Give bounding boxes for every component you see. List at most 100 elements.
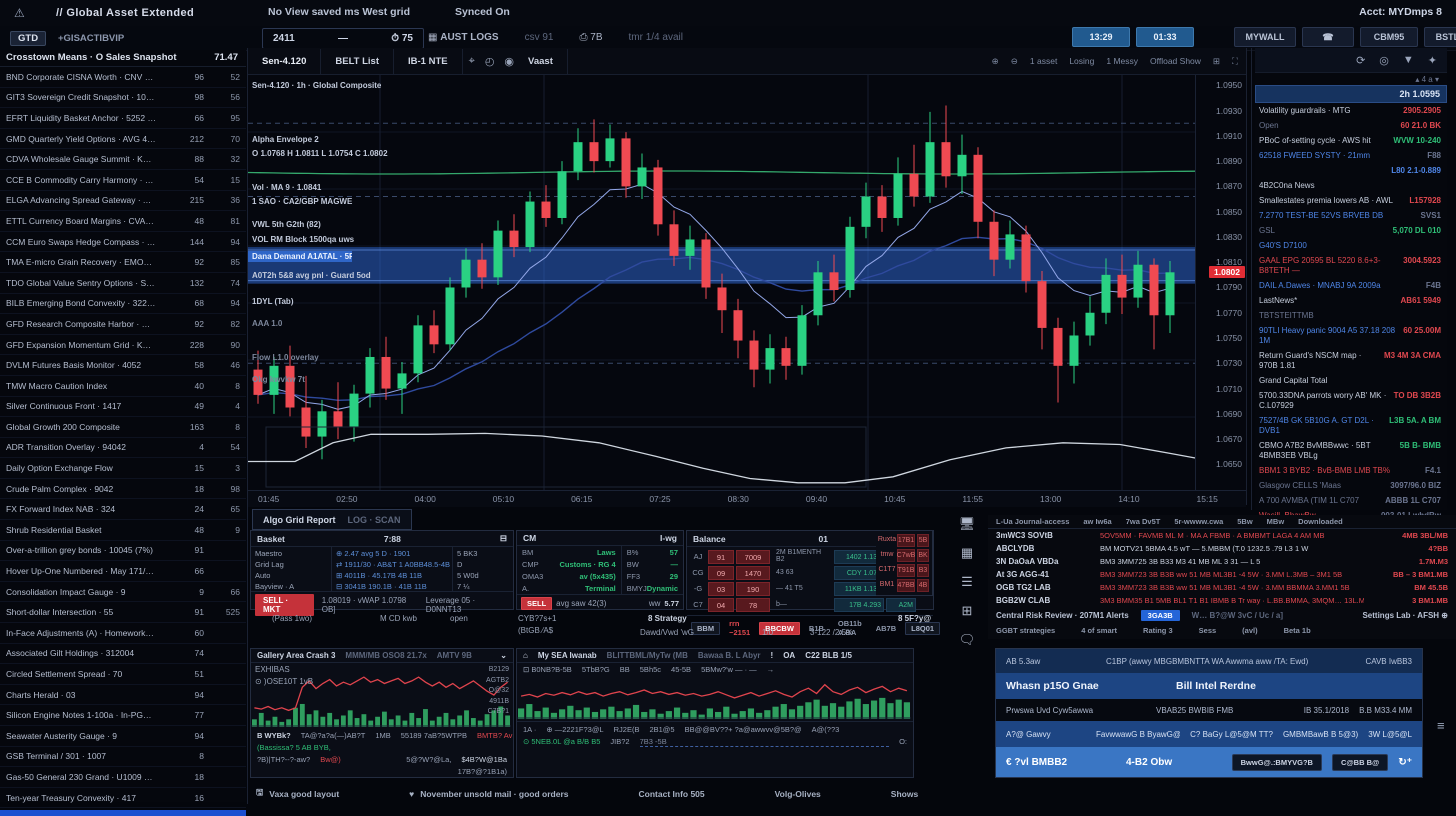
- risk-tab[interactable]: MBw: [1267, 517, 1285, 526]
- news-item[interactable]: DAIL A.Dawes · MNABJ 9A 2009aF4B: [1255, 278, 1447, 293]
- news-item[interactable]: GSL5,070 DL 010: [1255, 223, 1447, 238]
- watchlist-row-selected[interactable]: GSC ISM Gfa Momentum Seas · AVVM-B (Earn…: [0, 810, 246, 816]
- price-axis[interactable]: 1.09501.09301.09101.08901.08701.08501.08…: [1195, 75, 1246, 490]
- bottom-tabstrip[interactable]: Algo Grid Report LOG · SCAN: [252, 509, 412, 530]
- watchlist-row[interactable]: GMD Quarterly Yield Options · AVG 456221…: [0, 129, 246, 150]
- timer-icon[interactable]: ⏱ 75: [391, 33, 413, 44]
- magnet-icon[interactable]: ◉: [504, 55, 514, 68]
- news-item[interactable]: 7527/4B GK 5B10G A. GT D2L · DVB1L3B 5A.…: [1255, 413, 1447, 438]
- footer-item[interactable]: 🖫Vaxa good layout: [256, 787, 339, 801]
- home-icon[interactable]: ⌂: [523, 651, 528, 660]
- watchlist-row[interactable]: Charts Herald · 0394: [0, 685, 246, 706]
- order-row[interactable]: ⊟ 3041B 190.1B · 41B 11B: [336, 582, 448, 591]
- tab-belt-list[interactable]: BELT List: [321, 49, 394, 74]
- news-item[interactable]: Return Guard's NSCM map · 970B 1.81M3 4M…: [1255, 348, 1447, 373]
- watchlist-row[interactable]: Global Growth 200 Composite1638: [0, 417, 246, 438]
- risk-tab[interactable]: 5r-wwww.cwa: [1174, 517, 1223, 526]
- print-button[interactable]: ⎙ 7B: [579, 32, 602, 43]
- phone-button[interactable]: ☎: [1302, 27, 1354, 47]
- panel-icon[interactable]: ⊞: [962, 603, 973, 619]
- watchlist-row[interactable]: DVLM Futures Basis Monitor · 40525846: [0, 355, 246, 376]
- watchlist-row[interactable]: BND Corporate CISNA Worth · CNV 28419652: [0, 67, 246, 88]
- risk-badge[interactable]: 3GA3B: [1141, 610, 1180, 621]
- risk-tab[interactable]: Downloaded: [1298, 517, 1343, 526]
- mini-chart-2[interactable]: [517, 675, 911, 721]
- quantity-stepper[interactable]: 2411 — ⏱ 75: [262, 28, 424, 49]
- dom-bid-grid[interactable]: AJ917009CG091470-G03190C70478: [687, 547, 773, 615]
- collapse-icon[interactable]: ⊟: [500, 533, 507, 544]
- logs-button[interactable]: ▦ AUST LOGS: [428, 32, 499, 43]
- zoom-in-icon[interactable]: ⊕: [992, 56, 999, 67]
- dom-bid-size[interactable]: 1470: [736, 566, 770, 580]
- news-item[interactable]: Open60 21.0 BK: [1255, 118, 1447, 133]
- summary-row-1[interactable]: Whasn p15O Gnae Bill Intel Rerdne: [996, 673, 1422, 699]
- risk-tab[interactable]: 5Bw: [1237, 517, 1252, 526]
- chat-icon[interactable]: 🗨: [959, 632, 976, 648]
- watchlist-row[interactable]: CCE B Commodity Carry Harmony · 944A C33…: [0, 170, 246, 191]
- watchlist-row[interactable]: ELGA Advancing Spread Gateway · APML 401…: [0, 191, 246, 212]
- grid-icon[interactable]: ▦: [961, 545, 973, 561]
- dom-bid-size[interactable]: 190: [736, 582, 770, 596]
- news-item[interactable]: 7.2770 TEST-BE 52VS BRVEB DBSVS1: [1255, 208, 1447, 223]
- watchlist-row[interactable]: Silicon Engine Notes 1-100a · In-PGA Sil…: [0, 705, 246, 726]
- news-item[interactable]: LastNews*AB61 5949: [1255, 293, 1447, 308]
- crosshair-icon[interactable]: ⌖: [469, 55, 475, 68]
- mini-chart-1-menu-icon[interactable]: ⌄: [500, 651, 507, 660]
- news-header-row[interactable]: 2h 1.0595: [1255, 85, 1447, 103]
- filter-icon[interactable]: ▼: [1403, 54, 1414, 66]
- sell-button[interactable]: 01:33: [1136, 27, 1194, 47]
- risk-tab[interactable]: L-Ua Journal-access: [996, 517, 1069, 526]
- target-icon[interactable]: ◎: [1379, 54, 1389, 67]
- list-icon[interactable]: ☰: [961, 574, 973, 590]
- right-item-4[interactable]: Offload Show: [1150, 56, 1201, 66]
- news-item[interactable]: Smallestates premia lowers AB · AWLL1579…: [1255, 193, 1447, 208]
- zoom-out-icon[interactable]: ⊖: [1011, 56, 1018, 67]
- footer-item[interactable]: ♥November unsold mail · good orders: [409, 789, 568, 799]
- truck-icon[interactable]: 🖥: [959, 516, 976, 532]
- watchlist-row[interactable]: EFRT Liquidity Basket Anchor · 5252 4294…: [0, 108, 246, 129]
- watchlist-row[interactable]: ETTL Currency Board Margins · CVAA 94474…: [0, 211, 246, 232]
- dom-bid-cell[interactable]: 03: [708, 582, 734, 596]
- risk-row[interactable]: 3mWC3 SOVtB5OV5MM · FAVMB ML M · MA A FB…: [988, 529, 1456, 542]
- watchlist-row[interactable]: Consolidation Impact Gauge · 9966: [0, 582, 246, 603]
- watchlist-row[interactable]: ADR Transition Overlay · 94042454: [0, 438, 246, 459]
- watchlist-row[interactable]: FX Forward Index NAB · 3242465: [0, 499, 246, 520]
- watchlist-row[interactable]: BILB Emerging Bond Convexity · 3224 4234…: [0, 294, 246, 315]
- news-item[interactable]: BBM1 3 BYB2 · BvB-BMB LMB TB%F4.1: [1255, 463, 1447, 478]
- news-item[interactable]: PBoC of-setting cycle · AWS hitWVW 10-24…: [1255, 133, 1447, 148]
- time-axis[interactable]: 01:4502:5004:0005:1006:1507:2508:3009:40…: [248, 490, 1246, 507]
- mywall-button[interactable]: MYWALL: [1234, 27, 1296, 47]
- buy-button[interactable]: 13:29: [1072, 27, 1130, 47]
- right-item-3[interactable]: 1 Messy: [1106, 56, 1138, 66]
- close-button[interactable]: C@BB B@: [1332, 754, 1388, 771]
- hamburger-icon[interactable]: ≡: [1437, 718, 1445, 733]
- watchlist-row[interactable]: TMW Macro Caution Index408: [0, 376, 246, 397]
- grid-view-icon[interactable]: ⊞: [1213, 56, 1220, 67]
- watchlist-row[interactable]: Hover Up-One Numbered · May 171/-unranke…: [0, 561, 246, 582]
- chart-body[interactable]: 1.09501.09301.09101.08901.08701.08501.08…: [248, 75, 1246, 490]
- gtd-badge[interactable]: GTD: [10, 31, 46, 46]
- watchlist-row[interactable]: TMA E-micro Grain Recovery · EMOL 253592…: [0, 252, 246, 273]
- news-item[interactable]: Grand Capital Total: [1255, 373, 1447, 388]
- watchlist-row[interactable]: Silver Continuous Front · 1417494: [0, 397, 246, 418]
- settings-icon[interactable]: ✦: [1428, 54, 1437, 67]
- risk-row[interactable]: OGB TG2 LABBM3 3MM723 3B B3B ww 51 MB ML…: [988, 581, 1456, 594]
- watchlist-row[interactable]: Over-a-trillion grey bonds · 10045 (7%)9…: [0, 541, 246, 562]
- summary-row-active[interactable]: € ?vl BMBB2 4-B2 Obw BwwG@.:BMYVG?B C@BB…: [996, 747, 1422, 777]
- watchlist-row[interactable]: GFD Expansion Momentum Grid · KTTL 42322…: [0, 335, 246, 356]
- summary-row-3[interactable]: A?@ Gawvy FavwwawG B ByawG@23 C? BaGy L@…: [996, 721, 1422, 747]
- dom-bid-cell[interactable]: 04: [708, 598, 734, 612]
- watchlist-row[interactable]: TDO Global Value Sentry Options · STLL 4…: [0, 273, 246, 294]
- refresh-plus-icon[interactable]: ↻⁺: [1398, 757, 1412, 768]
- watchlist-row[interactable]: CDVA Wholesale Gauge Summit · KWA 325688…: [0, 149, 246, 170]
- order-row[interactable]: ⇄ 1911/30 · AB&T 1 A0BB48.5-4B: [336, 560, 448, 571]
- watchlist-row[interactable]: GIT3 Sovereign Credit Snapshot · 1004 EM…: [0, 88, 246, 109]
- news-item[interactable]: 5700.33DNA parrots worry AB' MK · C.L079…: [1255, 388, 1447, 413]
- news-item[interactable]: A 700 AVMBA (TIM 1L C707ABBB 1L C707: [1255, 493, 1447, 508]
- dom-bid-cell[interactable]: 91: [708, 550, 734, 564]
- risk-row[interactable]: At 3G AGG-41BM3 3MM723 3B B3B ww 51 MB M…: [988, 568, 1456, 581]
- dom-bid-cell[interactable]: 09: [708, 566, 734, 580]
- watchlist-row[interactable]: GSB Terminal / 301 · 10078: [0, 747, 246, 768]
- watchlist-row[interactable]: CCM Euro Swaps Hedge Compass · 2404 4394…: [0, 232, 246, 253]
- symbol-tab[interactable]: Sen-4.120: [248, 49, 321, 74]
